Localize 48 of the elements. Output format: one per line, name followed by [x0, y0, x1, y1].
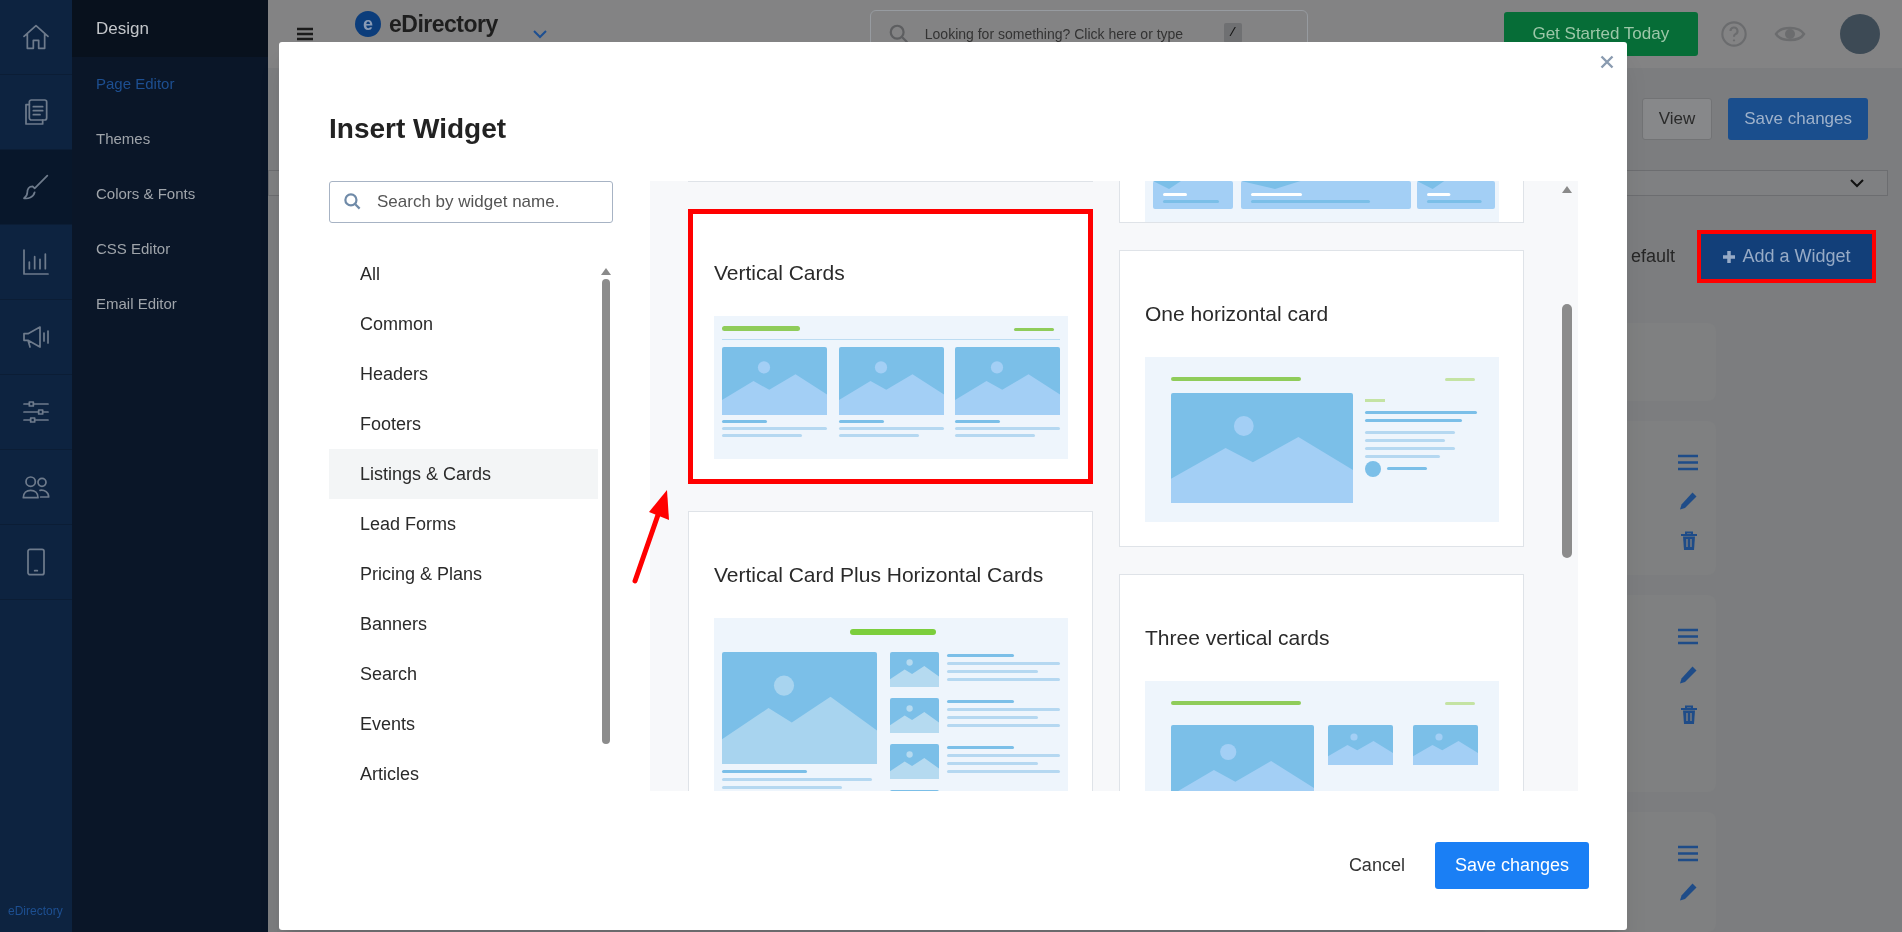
save-button[interactable]: Save changes — [1728, 98, 1868, 140]
category-item[interactable]: Listings & Cards — [329, 449, 598, 499]
trash-icon[interactable] — [1680, 531, 1698, 551]
logo-mark: e — [355, 11, 381, 37]
logo-text: eDirectory — [389, 11, 498, 37]
menu-icon[interactable] — [1678, 454, 1698, 471]
plus-icon — [1722, 249, 1737, 264]
pencil-icon[interactable] — [1678, 882, 1698, 902]
pencil-icon[interactable] — [1678, 665, 1698, 685]
view-button[interactable]: View — [1641, 98, 1713, 140]
save-button[interactable]: Save changes — [1434, 842, 1589, 889]
sidebar-item[interactable]: Email Editor — [72, 277, 268, 332]
scroll-up-icon[interactable] — [600, 268, 611, 275]
search-icon — [343, 192, 362, 211]
search-field[interactable]: Search by widget name. — [329, 181, 613, 223]
sidebar-item[interactable]: Themes — [72, 112, 268, 167]
help-icon[interactable] — [1719, 20, 1748, 48]
sidebar-title: Design — [96, 17, 149, 40]
scrollbar-thumb[interactable] — [601, 279, 610, 744]
brand-footer: eDirectory — [8, 902, 72, 920]
widget-title: Three vertical cards — [1145, 625, 1331, 651]
chevron-down-icon[interactable] — [531, 29, 548, 39]
search-icon — [887, 23, 910, 45]
pencil-icon[interactable] — [1678, 491, 1698, 511]
menu-icon[interactable] — [1678, 845, 1698, 862]
widget-card[interactable]: Vertical Cards — [688, 209, 1093, 484]
widget-card[interactable]: Three vertical cards — [1119, 574, 1524, 791]
bar-chart-icon — [20, 246, 52, 278]
widget-title: One horizontal card — [1145, 301, 1330, 327]
shortcut-key: / — [1223, 23, 1242, 43]
menu-icon[interactable] — [296, 26, 314, 42]
scrollbar-thumb[interactable] — [1562, 304, 1572, 558]
trash-icon[interactable] — [1680, 705, 1698, 725]
close-button[interactable] — [1600, 55, 1614, 69]
sidebar-item[interactable]: CSS Editor — [72, 222, 268, 277]
chevron-down-icon — [1849, 178, 1865, 188]
widget-title: Vertical Card Plus Horizontal Cards — [714, 562, 1045, 588]
sidebar-item[interactable]: Colors & Fonts — [72, 167, 268, 222]
scroll-up-icon[interactable] — [1562, 186, 1572, 193]
widget-card[interactable]: Vertical Card Plus Horizontal Cards — [688, 511, 1093, 791]
section-label: efault — [1630, 245, 1675, 268]
avatar[interactable] — [1839, 14, 1880, 54]
menu-icon[interactable] — [1678, 628, 1698, 645]
widget-title: Vertical Cards — [714, 260, 846, 286]
add-widget-button[interactable]: Add a Widget — [1697, 230, 1876, 283]
cancel-button[interactable]: Cancel — [1348, 852, 1405, 879]
dialog-title: Insert Widget — [329, 112, 508, 146]
widget-card[interactable]: One horizontal card — [1119, 250, 1524, 547]
